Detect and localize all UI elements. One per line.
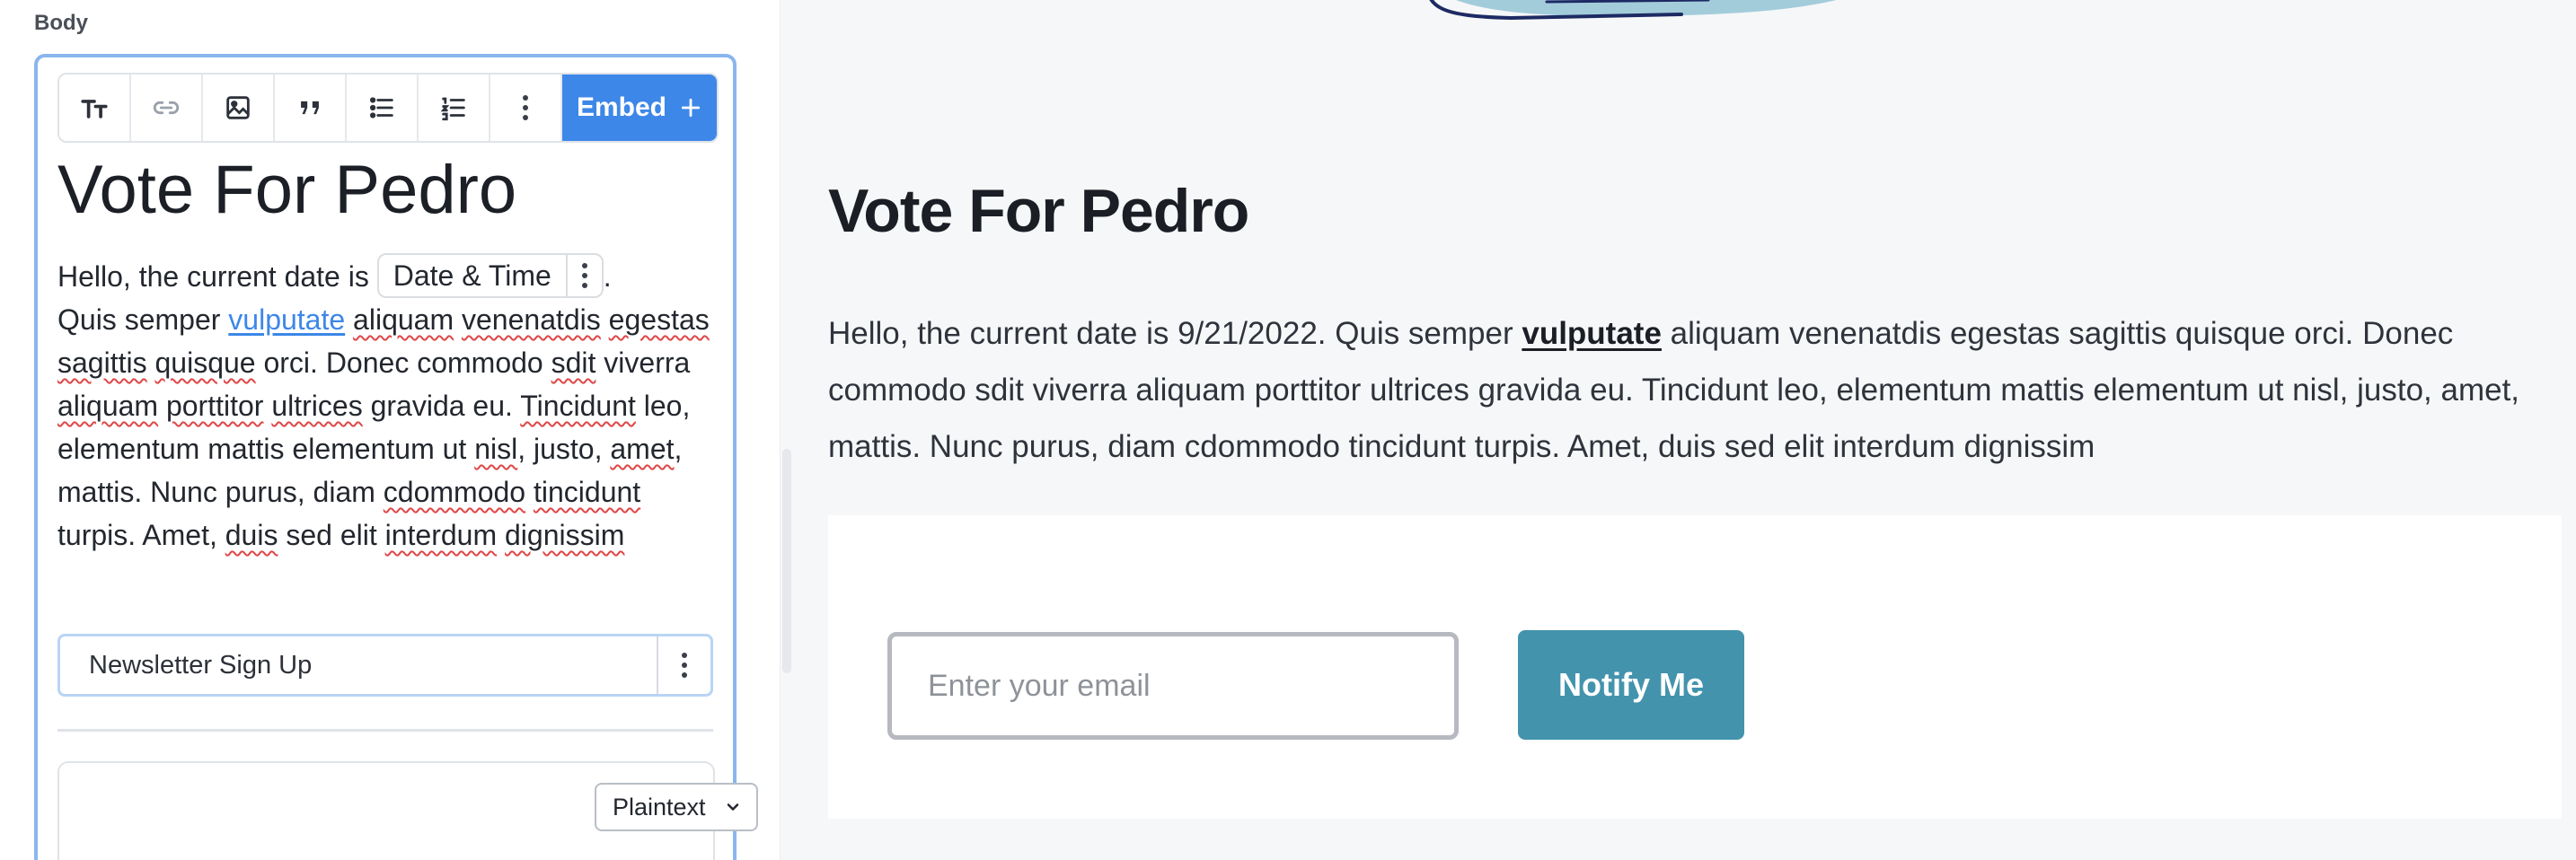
vulputate-link[interactable]: vulputate xyxy=(228,303,345,336)
block-menu-button[interactable] xyxy=(657,636,710,694)
paragraph-text: gravida eu. xyxy=(362,390,521,422)
date-time-chip-label: Date & Time xyxy=(393,259,551,292)
email-input[interactable] xyxy=(887,632,1459,740)
panel-resize-handle[interactable] xyxy=(782,449,791,673)
misspelled-word: sagittis xyxy=(57,347,147,379)
editor-toolbar: Embed xyxy=(57,73,719,143)
paragraph-text: turpis. Amet, xyxy=(57,519,225,551)
bullet-list-button[interactable] xyxy=(347,75,419,141)
text-size-icon xyxy=(81,100,108,118)
text-size-button[interactable] xyxy=(59,75,131,141)
misspelled-word: ultrices xyxy=(271,390,363,422)
paragraph-text: sed elit xyxy=(278,519,385,551)
misspelled-word: aliquam xyxy=(57,390,159,422)
misspelled-word: interdum xyxy=(384,519,498,551)
paragraph-text: . xyxy=(603,260,612,293)
misspelled-word: egestas xyxy=(608,303,710,336)
misspelled-word: porttitor xyxy=(165,390,264,422)
notify-me-button[interactable]: Notify Me xyxy=(1518,630,1744,740)
misspelled-word: cdommodo xyxy=(383,476,526,508)
horizontal-divider xyxy=(57,729,713,732)
watercolor-illustration xyxy=(1429,0,1837,21)
newsletter-signup-card: Notify Me xyxy=(828,515,2562,819)
misspelled-word: duis xyxy=(225,519,278,551)
editor-heading[interactable]: Vote For Pedro xyxy=(57,151,516,229)
misspelled-word: quisque xyxy=(154,347,256,379)
embed-button-label: Embed xyxy=(576,92,667,122)
paragraph-text: orci. Donec commodo xyxy=(255,347,551,379)
language-select[interactable]: Plaintext xyxy=(595,783,758,831)
page-preview: Vote For Pedro Hello, the current date i… xyxy=(792,0,2576,860)
misspelled-word: amet xyxy=(610,433,675,465)
more-vertical-icon xyxy=(581,262,587,288)
quote-icon xyxy=(301,101,319,115)
more-options-button[interactable] xyxy=(490,75,562,141)
vulputate-link[interactable]: vulputate xyxy=(1522,316,1662,351)
embed-button[interactable]: Embed xyxy=(562,75,717,141)
numbered-list-button[interactable] xyxy=(419,75,490,141)
misspelled-word: venenatdis xyxy=(462,303,601,336)
more-vertical-icon xyxy=(682,653,687,678)
paragraph-text: , justo, xyxy=(517,433,611,465)
preview-paragraph: Hello, the current date is 9/21/2022. Qu… xyxy=(828,305,2562,475)
editor-panel: Body Embed Vote For Pedro Hello, the cur… xyxy=(0,0,781,860)
misspelled-word: tincidunt xyxy=(533,476,641,508)
more-vertical-icon xyxy=(523,95,528,120)
misspelled-word: Tincidunt xyxy=(520,390,636,422)
language-select-value: Plaintext xyxy=(613,793,706,821)
misspelled-word: sdit xyxy=(551,347,596,379)
paragraph-text: viverra xyxy=(595,347,691,379)
misspelled-word: aliquam xyxy=(353,303,454,336)
paragraph-text: Hello, the current date is 9/21/2022. Qu… xyxy=(828,316,1522,351)
body-field-label: Body xyxy=(34,11,88,35)
image-button[interactable] xyxy=(203,75,275,141)
link-button[interactable] xyxy=(131,75,203,141)
editor-paragraph[interactable]: Hello, the current date is Date & Time. … xyxy=(57,252,722,557)
misspelled-word: dignissim xyxy=(505,519,625,551)
link-icon xyxy=(153,101,180,115)
preview-heading: Vote For Pedro xyxy=(828,177,1249,245)
chip-menu-button[interactable] xyxy=(565,254,602,296)
image-icon xyxy=(226,96,250,119)
quote-button[interactable] xyxy=(275,75,347,141)
paragraph-text: Hello, the current date is xyxy=(57,260,377,293)
newsletter-block-label: Newsletter Sign Up xyxy=(89,650,313,680)
numbered-list-icon xyxy=(440,97,465,121)
paragraph-text: Quis semper xyxy=(57,303,229,336)
newsletter-signup-block[interactable]: Newsletter Sign Up xyxy=(57,634,713,697)
chevron-down-icon xyxy=(727,803,739,811)
code-block[interactable]: Plaintext xyxy=(57,761,758,860)
bullet-list-icon xyxy=(369,97,393,118)
plus-icon xyxy=(681,98,701,118)
date-time-chip[interactable]: Date & Time xyxy=(376,252,604,298)
misspelled-word: nisl xyxy=(474,433,518,465)
